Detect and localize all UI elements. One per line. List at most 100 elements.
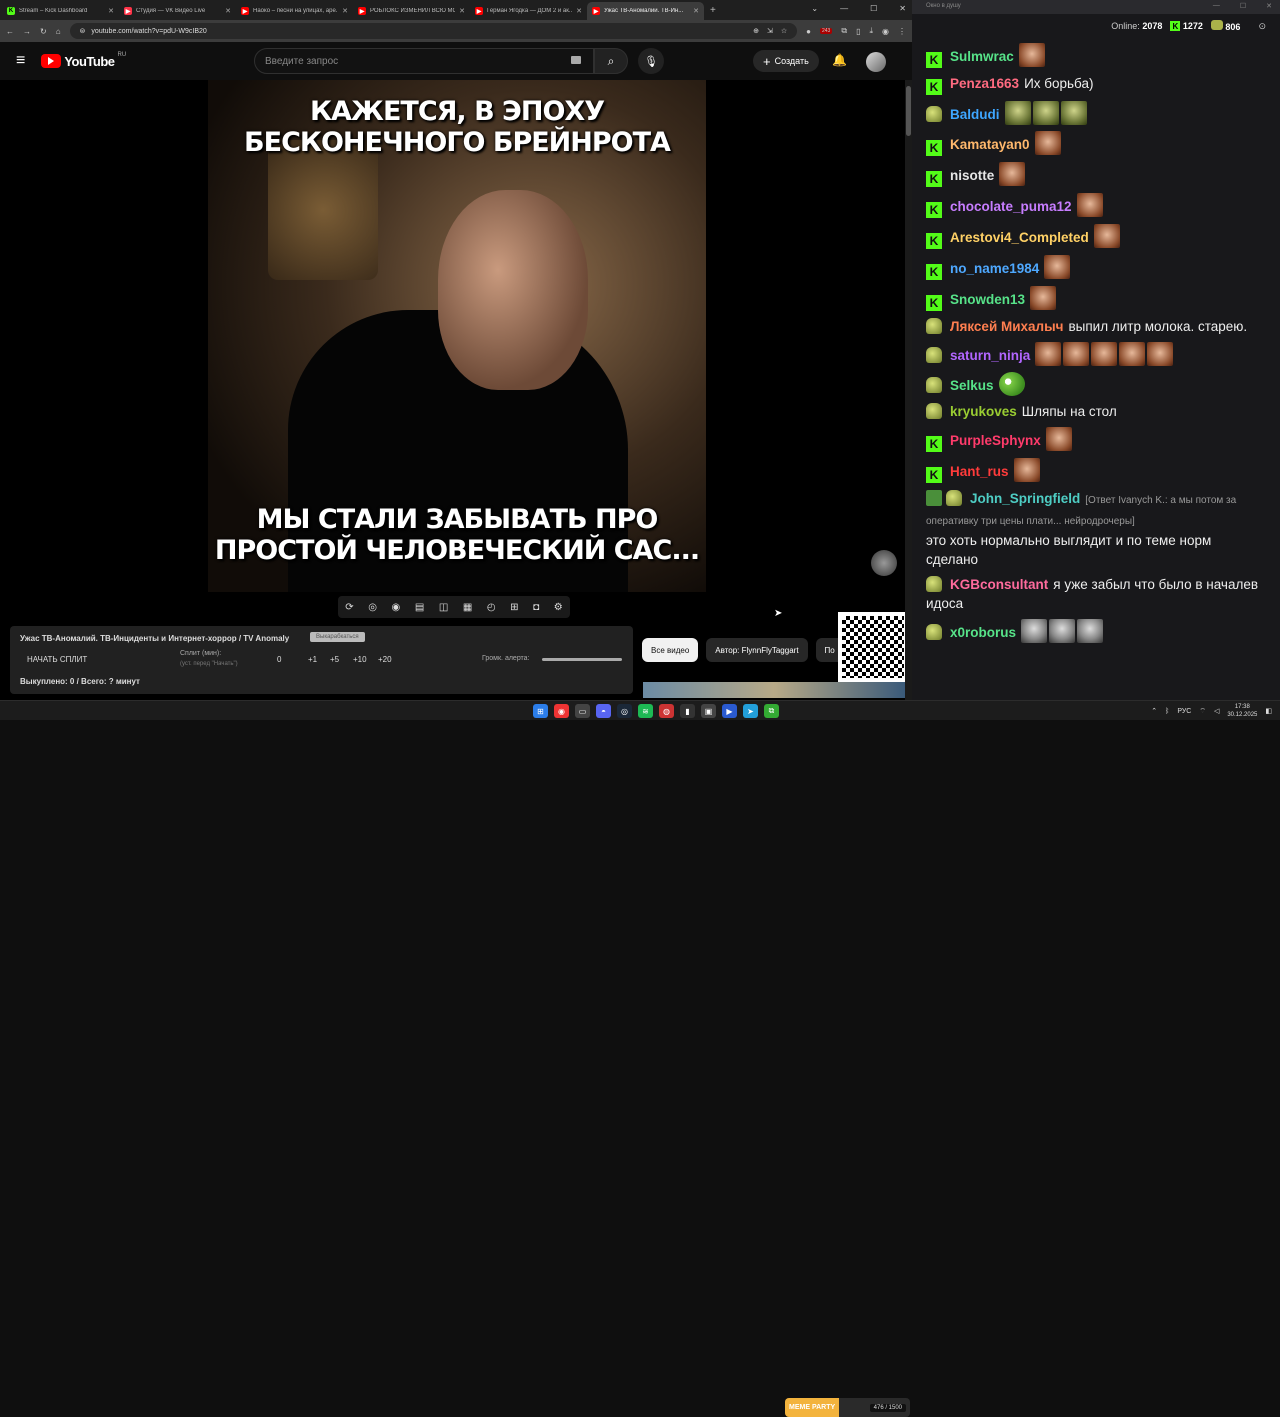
film-icon[interactable]: ▤ xyxy=(415,602,424,613)
install-icon[interactable]: ⇲ xyxy=(767,27,773,35)
chat-username[interactable]: chocolate_puma12 xyxy=(950,199,1072,214)
zoom-icon[interactable]: ⊕ xyxy=(753,27,759,35)
settings-gear-icon[interactable]: ⚙ xyxy=(554,602,563,613)
start-split-button[interactable]: НАЧАТЬ СПЛИТ xyxy=(27,655,87,664)
chat-username[interactable]: Arestovi4_Completed xyxy=(950,230,1089,245)
media-player-icon[interactable]: ▶ xyxy=(722,704,737,718)
chip-all-videos[interactable]: Все видео xyxy=(642,638,699,662)
lang-indicator[interactable]: РУС xyxy=(1177,708,1191,715)
channel-watermark-avatar[interactable] xyxy=(871,550,897,576)
bookmark-star-icon[interactable]: ☆ xyxy=(781,27,787,35)
app-icon[interactable]: ▣ xyxy=(701,704,716,718)
increment-5-button[interactable]: +5 xyxy=(330,655,339,664)
increment-1-button[interactable]: +1 xyxy=(308,655,317,664)
mic-button[interactable]: 🎙 xyxy=(638,48,664,74)
network-icon[interactable]: ⌔ xyxy=(1199,707,1206,716)
chat-username[interactable]: nisotte xyxy=(950,168,994,183)
browser-tab[interactable]: ▶ РОБЛОКС ИЗМЕНИЛ ВСЮ МОЮ...✕ xyxy=(353,2,470,20)
chat-username[interactable]: no_name1984 xyxy=(950,261,1039,276)
extension-tag[interactable]: Выкарабкаться xyxy=(310,632,365,642)
speed-icon[interactable]: ◴ xyxy=(487,602,496,613)
chat-minimize-icon[interactable]: — xyxy=(1213,2,1220,10)
site-info-icon[interactable]: ⊜ xyxy=(80,27,86,35)
search-input[interactable]: Введите запрос xyxy=(254,48,594,74)
extension-badge[interactable]: 243 xyxy=(820,28,833,34)
tab-search-icon[interactable]: ⌄ xyxy=(811,4,818,13)
keyboard-icon[interactable] xyxy=(571,56,581,64)
discord-icon[interactable]: ◓ xyxy=(596,704,611,718)
recommended-thumbnail[interactable] xyxy=(643,682,905,698)
close-tab-icon[interactable]: ✕ xyxy=(576,7,582,15)
chat-username[interactable]: Sulmwrac xyxy=(950,49,1014,64)
youtube-logo[interactable]: YouTube RU xyxy=(41,52,126,69)
broadcast-icon[interactable]: ◎ xyxy=(368,602,377,613)
chat-username[interactable]: Penza1663 xyxy=(950,76,1019,91)
chat-username[interactable]: Ляксей Михалыч xyxy=(950,319,1064,334)
alert-volume-slider[interactable] xyxy=(542,658,622,661)
chat-username[interactable]: John_Springfield xyxy=(970,491,1080,506)
steam-icon[interactable]: ◎ xyxy=(617,704,632,718)
chrome-icon[interactable]: ◉ xyxy=(554,704,569,718)
chat-username[interactable]: KGBconsultant xyxy=(950,577,1048,592)
notification-icon[interactable]: ◧ xyxy=(1265,707,1272,715)
chat-username[interactable]: Baldudi xyxy=(950,107,1000,122)
profile-icon[interactable]: ◉ xyxy=(882,27,889,36)
start-icon[interactable]: ⊞ xyxy=(533,704,548,718)
chat-username[interactable]: x0roborus xyxy=(950,625,1016,640)
close-tab-icon[interactable]: ✕ xyxy=(459,7,465,15)
close-tab-icon[interactable]: ✕ xyxy=(693,7,699,15)
close-window-icon[interactable]: ✕ xyxy=(899,4,906,13)
maximize-icon[interactable]: ☐ xyxy=(870,4,877,13)
browser-tab[interactable]: ▶ Наоко – песни на улицах, арe... ✕ xyxy=(236,2,353,20)
reload-icon[interactable]: ↻ xyxy=(40,27,47,36)
bell-icon[interactable]: 🔔 xyxy=(832,53,847,67)
meme-party-widget[interactable]: MEME PARTY 476 / 1500 xyxy=(785,1398,910,1417)
download-icon[interactable]: ⤓ xyxy=(869,26,873,36)
home-icon[interactable]: ⌂ xyxy=(56,27,61,36)
new-tab-button[interactable]: + xyxy=(704,5,722,20)
split-icon[interactable]: ▯ xyxy=(856,27,860,36)
page-scrollbar[interactable] xyxy=(905,80,912,700)
hamburger-icon[interactable]: ≡ xyxy=(16,52,25,70)
chat-username[interactable]: Kamatayan0 xyxy=(950,137,1030,152)
chat-close-icon[interactable]: ✕ xyxy=(1266,2,1272,10)
increment-20-button[interactable]: +20 xyxy=(378,655,392,664)
spotify-icon[interactable]: ≋ xyxy=(638,704,653,718)
chat-maximize-icon[interactable]: ☐ xyxy=(1240,2,1246,10)
chat-username[interactable]: saturn_ninja xyxy=(950,348,1030,363)
minimize-icon[interactable]: — xyxy=(840,4,848,13)
close-tab-icon[interactable]: ✕ xyxy=(108,7,114,15)
browser-tab[interactable]: ▶ Герман Ягодка — ДОМ 2 и ак... ✕ xyxy=(470,2,587,20)
extension-icon[interactable]: ● xyxy=(806,27,811,36)
close-tab-icon[interactable]: ✕ xyxy=(342,7,348,15)
chat-username[interactable]: Hant_rus xyxy=(950,464,1009,479)
increment-10-button[interactable]: +10 xyxy=(353,655,367,664)
browser-tab[interactable]: ▶ Ужас ТВ-Аномалий. ТВ-Ин... ✕ xyxy=(587,2,704,20)
video-player[interactable]: КАЖЕТСЯ, В ЭПОХУ БЕСКОНЕЧНОГО БРЕЙНРОТА … xyxy=(0,80,905,592)
search-button[interactable]: ⌕ xyxy=(594,48,628,74)
terminal-icon[interactable]: ▮ xyxy=(680,704,695,718)
tool-icon[interactable]: ⧉ xyxy=(764,704,779,718)
telegram-icon[interactable]: ➤ xyxy=(743,704,758,718)
chat-username[interactable]: kryukoves xyxy=(950,404,1017,419)
chat-username[interactable]: Snowden13 xyxy=(950,292,1025,307)
browser-tab[interactable]: ▶ Студия — VK Видео Live ✕ xyxy=(119,2,236,20)
chat-username[interactable]: Selkus xyxy=(950,378,994,393)
volume-icon[interactable]: ◁ xyxy=(1214,707,1219,715)
avatar[interactable] xyxy=(866,52,886,72)
chip-author[interactable]: Автор: FlynnFlyTaggart xyxy=(706,638,808,662)
close-tab-icon[interactable]: ✕ xyxy=(225,7,231,15)
subtitles-icon[interactable]: ▦ xyxy=(463,602,472,613)
tray-up-icon[interactable]: ⌃ xyxy=(1151,707,1157,715)
explorer-icon[interactable]: ▭ xyxy=(575,704,590,718)
url-field[interactable]: ⊜ youtube.com/watch?v=pdU-W9cIB20 ⊕ ⇲ ☆ xyxy=(69,23,798,39)
puzzle-icon[interactable]: ⧉ xyxy=(841,26,847,36)
back-icon[interactable]: ← xyxy=(6,27,14,36)
pip-icon[interactable]: ◫ xyxy=(439,602,448,613)
clock[interactable]: 17:38 30.12.2025 xyxy=(1227,703,1257,719)
menu-icon[interactable]: ⋮ xyxy=(898,27,906,36)
view-icon[interactable]: ◉ xyxy=(392,602,401,613)
create-button[interactable]: + Создать xyxy=(753,50,819,72)
obs-icon[interactable]: ◍ xyxy=(659,704,674,718)
chat-username[interactable]: PurpleSphynx xyxy=(950,433,1041,448)
